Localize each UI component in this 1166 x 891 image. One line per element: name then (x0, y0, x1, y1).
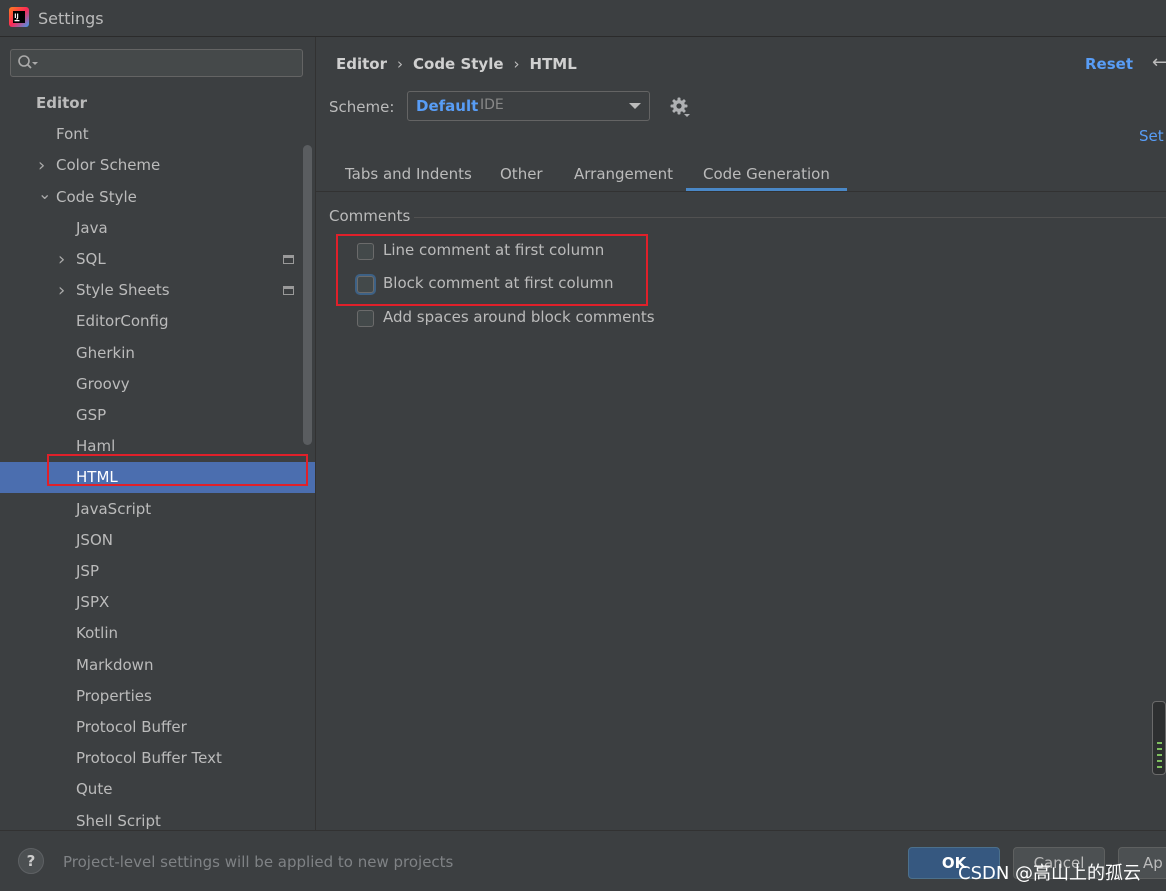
sidebar-item-groovy[interactable]: Groovy (0, 369, 315, 400)
add-spaces-label[interactable]: Add spaces around block comments (383, 308, 655, 326)
footer-note: Project-level settings will be applied t… (63, 853, 454, 871)
sidebar-item-label: Qute (76, 780, 113, 798)
sidebar-item-label: JSON (76, 531, 113, 549)
scheme-kind: IDE (480, 97, 504, 113)
help-button[interactable]: ? (18, 848, 44, 874)
search-input[interactable] (10, 49, 303, 77)
sidebar-item-label: Code Style (56, 188, 137, 206)
tab-bar: Tabs and Indents Other Arrangement Code … (316, 155, 1166, 192)
sidebar-item-style-sheets[interactable]: › Style Sheets (0, 275, 315, 306)
sidebar-item-jspx[interactable]: JSPX (0, 587, 315, 618)
set-from-link[interactable]: Set (1139, 127, 1164, 145)
tab-code-generation[interactable]: Code Generation (686, 155, 847, 191)
sidebar-item-font[interactable]: Font (0, 119, 315, 150)
sidebar-item-markdown[interactable]: Markdown (0, 650, 315, 681)
breadcrumb: Editor › Code Style › HTML (336, 55, 577, 73)
title-bar: IJ Settings (0, 0, 1166, 37)
sidebar-item-label: Protocol Buffer Text (76, 749, 222, 767)
sidebar-item-sql[interactable]: › SQL (0, 244, 315, 275)
chevron-right-icon[interactable]: › (58, 244, 70, 275)
sidebar-item-javascript[interactable]: JavaScript (0, 494, 315, 525)
sidebar-item-label: GSP (76, 406, 107, 424)
sidebar-item-properties[interactable]: Properties (0, 681, 315, 712)
sidebar-item-protocol-buffer-text[interactable]: Protocol Buffer Text (0, 743, 315, 774)
scheme-label: Scheme: (329, 98, 395, 116)
sidebar-item-json[interactable]: JSON (0, 525, 315, 556)
breadcrumb-item-editor[interactable]: Editor (336, 55, 387, 73)
dropdown-arrow-icon (629, 103, 641, 109)
chevron-right-icon[interactable]: › (58, 275, 70, 306)
side-meter-widget (1152, 701, 1166, 775)
breadcrumb-separator: › (397, 55, 403, 73)
settings-sidebar: Editor Font › Color Scheme ⌄ Code Style Java › S… (0, 37, 316, 830)
sidebar-item-label: SQL (76, 250, 106, 268)
sidebar-item-label: Style Sheets (76, 281, 170, 299)
sidebar-item-label: Protocol Buffer (76, 718, 187, 736)
gear-icon[interactable] (669, 96, 691, 118)
tab-arrangement[interactable]: Arrangement (574, 155, 673, 191)
highlight-box-comments (336, 234, 648, 306)
sidebar-item-label: Kotlin (76, 624, 118, 642)
project-scope-icon (283, 286, 294, 295)
settings-content: Editor › Code Style › HTML Reset ← Scheme: D… (316, 37, 1166, 830)
chevron-right-icon[interactable]: › (38, 150, 50, 181)
sidebar-item-code-style[interactable]: ⌄ Code Style (0, 182, 315, 213)
sidebar-item-java[interactable]: Java (0, 213, 315, 244)
dialog-footer: ? Project-level settings will be applied… (0, 830, 1166, 891)
breadcrumb-separator: › (513, 55, 520, 73)
sidebar-item-label: Font (56, 125, 89, 143)
sidebar-item-label: Color Scheme (56, 156, 161, 174)
breadcrumb-item-code-style[interactable]: Code Style (413, 55, 504, 73)
window-title: Settings (38, 9, 104, 28)
add-spaces-checkbox[interactable] (357, 310, 374, 327)
svg-text:IJ: IJ (14, 13, 18, 20)
back-arrow-icon[interactable]: ← (1152, 52, 1166, 73)
sidebar-item-label: Editor (36, 94, 87, 112)
sidebar-item-label: Groovy (76, 375, 130, 393)
chevron-down-icon[interactable]: ⌄ (38, 178, 51, 209)
sidebar-item-label: JSPX (76, 593, 110, 611)
sidebar-item-jsp[interactable]: JSP (0, 556, 315, 587)
sidebar-item-label: JSP (76, 562, 99, 580)
comments-group-title: Comments (329, 207, 411, 225)
sidebar-item-editorconfig[interactable]: EditorConfig (0, 306, 315, 337)
group-divider (414, 217, 1166, 218)
tab-other[interactable]: Other (500, 155, 543, 191)
sidebar-item-gsp[interactable]: GSP (0, 400, 315, 431)
sidebar-item-label: Markdown (76, 656, 154, 674)
reset-link[interactable]: Reset (1085, 55, 1133, 73)
sidebar-item-protocol-buffer[interactable]: Protocol Buffer (0, 712, 315, 743)
watermark-text: CSDN @高山上的孤云 (958, 863, 1142, 884)
intellij-idea-icon: IJ (9, 7, 29, 27)
breadcrumb-item-html: HTML (529, 55, 577, 73)
scheme-dropdown[interactable]: Default IDE (407, 91, 650, 121)
sidebar-item-label: Java (76, 219, 108, 237)
sidebar-item-gherkin[interactable]: Gherkin (0, 338, 315, 369)
sidebar-item-label: EditorConfig (76, 312, 169, 330)
sidebar-item-color-scheme[interactable]: › Color Scheme (0, 150, 315, 181)
sidebar-item-label: Gherkin (76, 344, 135, 362)
sidebar-scrollbar[interactable] (303, 145, 312, 445)
project-scope-icon (283, 255, 294, 264)
sidebar-item-label: Properties (76, 687, 152, 705)
search-icon[interactable] (17, 54, 39, 72)
tab-tabs-and-indents[interactable]: Tabs and Indents (345, 155, 472, 191)
sidebar-item-label: JavaScript (76, 500, 152, 518)
sidebar-item-editor[interactable]: Editor (0, 88, 315, 119)
sidebar-item-kotlin[interactable]: Kotlin (0, 618, 315, 649)
sidebar-item-qute[interactable]: Qute (0, 774, 315, 805)
highlight-box-html (47, 454, 308, 486)
scheme-value: Default (416, 97, 479, 115)
